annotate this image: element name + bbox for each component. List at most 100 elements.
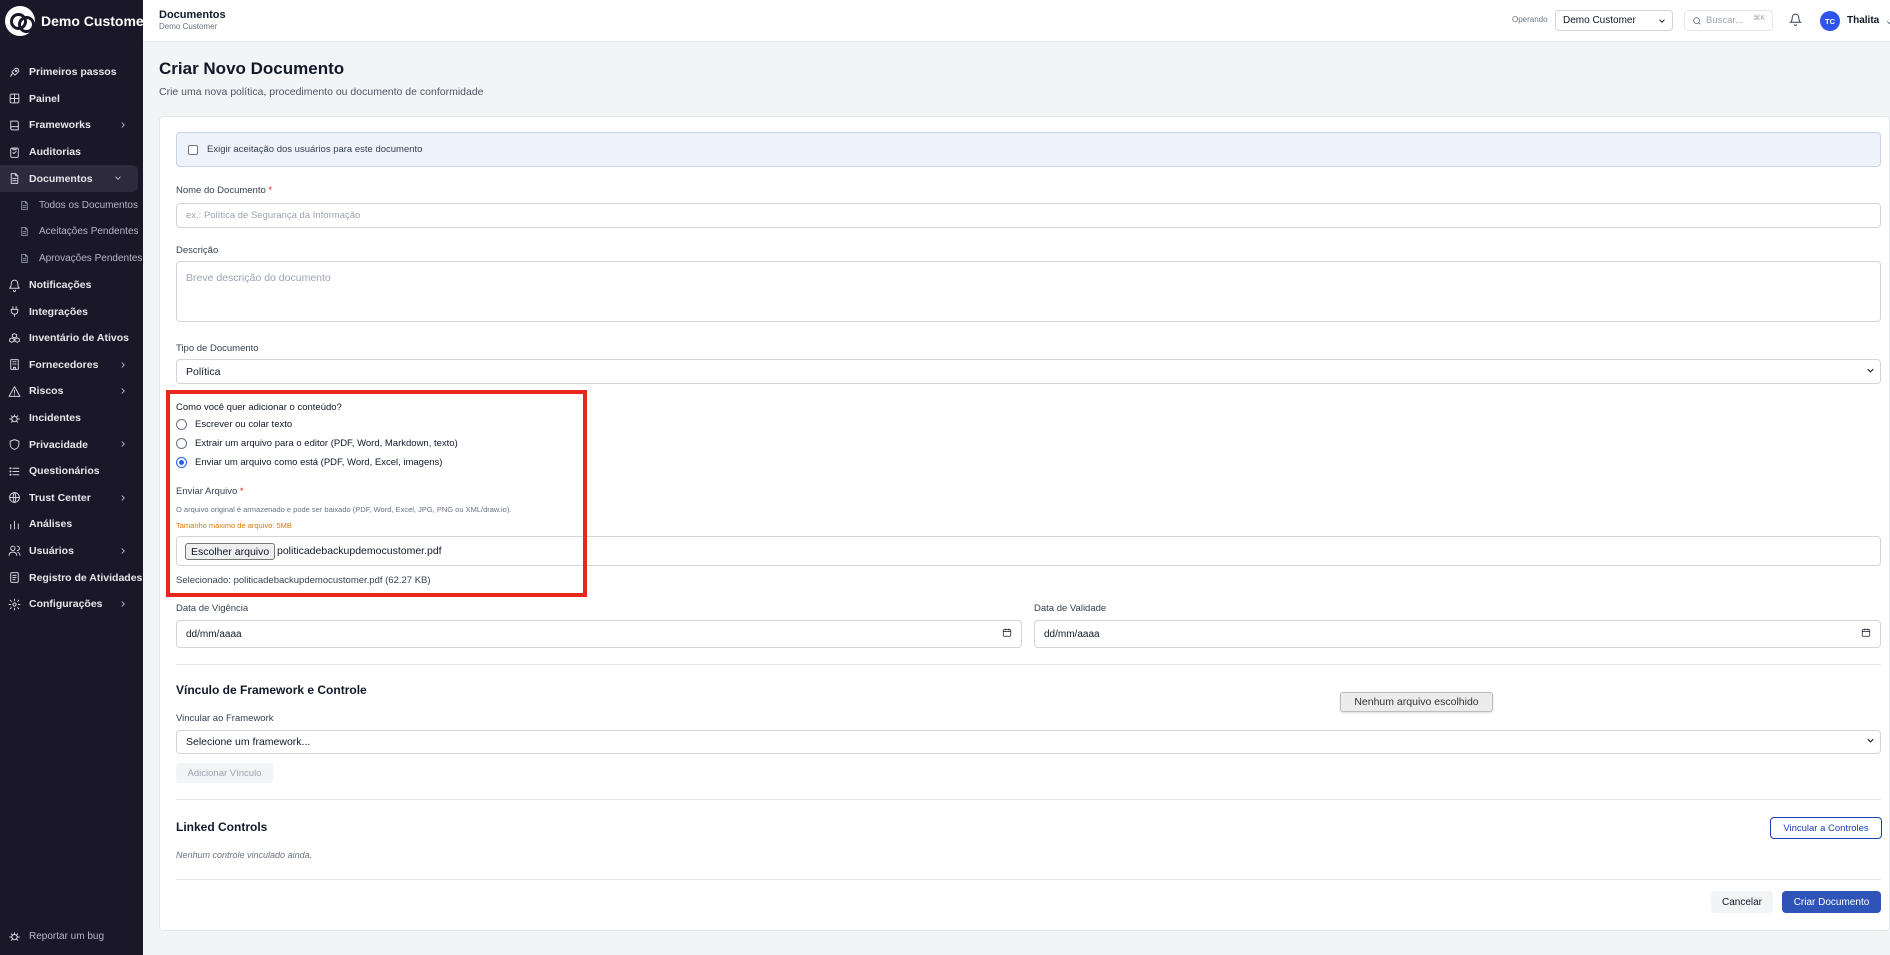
choose-file-button[interactable]: Escolher arquivo xyxy=(185,543,276,560)
breadcrumb-title: Documentos xyxy=(159,9,226,21)
content-option-extract[interactable]: Extrair um arquivo para o editor (PDF, W… xyxy=(176,438,458,449)
sidebar-item-label: Todos os Documentos xyxy=(39,199,138,211)
sidebar-item-fornecedores[interactable]: Fornecedores xyxy=(0,352,143,379)
search-shortcut: ⌘K xyxy=(1753,15,1765,22)
sidebar-item-primeiros-passos[interactable]: Primeiros passos xyxy=(0,59,143,86)
file-input-tooltip: Nenhum arquivo escolhido xyxy=(1340,692,1493,712)
grid-icon xyxy=(8,92,21,105)
calendar-icon[interactable] xyxy=(1861,628,1871,641)
sidebar: Demo Customer Primeiros passos Painel Fram… xyxy=(0,0,143,955)
chevron-right-icon xyxy=(118,360,128,370)
sidebar-item-label: Aceitações Pendentes xyxy=(39,226,139,238)
sidebar-item-analises[interactable]: Análises xyxy=(0,511,143,538)
file-icon xyxy=(8,172,21,185)
page-subtitle: Crie uma nova política, procedimento ou … xyxy=(159,86,484,98)
document-name-placeholder: ex.: Política de Segurança da Informação xyxy=(186,210,361,221)
effective-date-input[interactable]: dd/mm/aaaa xyxy=(176,620,1022,648)
create-document-button[interactable]: Criar Documento xyxy=(1782,891,1881,913)
content-option-upload[interactable]: Enviar um arquivo como está (PDF, Word, … xyxy=(176,457,442,468)
calendar-icon[interactable] xyxy=(1002,628,1012,641)
framework-placeholder: Selecione um framework... xyxy=(186,736,311,748)
sidebar-item-registro-de-atividades[interactable]: Registro de Atividades xyxy=(0,564,143,591)
chevron-down-icon xyxy=(113,173,123,183)
cancel-button[interactable]: Cancelar xyxy=(1711,891,1773,913)
selected-file-info: Selecionado: politicadebackupdemocustome… xyxy=(176,575,431,586)
notifications-bell-icon[interactable] xyxy=(1789,13,1802,29)
link-controls-button[interactable]: Vincular a Controles xyxy=(1770,817,1882,839)
framework-section-title: Vínculo de Framework e Controle xyxy=(176,683,367,697)
require-acceptance-label: Exigir aceitação dos usuários para este … xyxy=(207,144,423,155)
sidebar-item-label: Fornecedores xyxy=(29,358,99,371)
report-bug-link[interactable]: Reportar um bug xyxy=(8,930,104,943)
required-marker: * xyxy=(268,185,273,196)
bug-icon xyxy=(8,412,21,425)
document-type-select[interactable]: Política xyxy=(176,359,1881,384)
expiry-date-input[interactable]: dd/mm/aaaa xyxy=(1034,620,1881,648)
operating-select[interactable]: Demo Customer xyxy=(1555,10,1673,31)
sidebar-item-questionarios[interactable]: Questionários xyxy=(0,458,143,485)
sidebar-item-aceitacoes-pendentes[interactable]: Aceitações Pendentes xyxy=(0,219,143,246)
list-icon xyxy=(8,465,21,478)
sidebar-item-label: Painel xyxy=(29,92,60,105)
sidebar-item-usuarios[interactable]: Usuários xyxy=(0,538,143,565)
user-name[interactable]: Thalita xyxy=(1847,15,1879,26)
operating-label: Operando xyxy=(1512,15,1548,24)
expiry-date-label: Data de Validade xyxy=(1034,603,1107,614)
sidebar-item-label: Usuários xyxy=(29,544,74,557)
search-input[interactable]: Buscar... ⌘K xyxy=(1684,10,1773,31)
sidebar-item-painel[interactable]: Painel xyxy=(0,86,143,113)
add-link-button[interactable]: Adicionar Vínculo xyxy=(176,763,273,783)
sidebar-item-incidentes[interactable]: Incidentes xyxy=(0,405,143,432)
content-method-question: Como você quer adicionar o conteúdo? xyxy=(176,402,342,413)
sidebar-item-notificacoes[interactable]: Notificações xyxy=(0,272,143,299)
sidebar-item-configuracoes[interactable]: Configurações xyxy=(0,591,143,618)
radio-extract[interactable] xyxy=(176,438,187,449)
radio-upload[interactable] xyxy=(176,457,187,468)
chevron-right-icon xyxy=(118,120,128,130)
upload-help-text: O arquivo original é armazenado e pode s… xyxy=(176,505,512,514)
chevron-right-icon xyxy=(118,546,128,556)
framework-select[interactable]: Selecione um framework... xyxy=(176,730,1881,754)
chevron-down-icon xyxy=(1865,365,1876,379)
sidebar-item-todos-os-documentos[interactable]: Todos os Documentos xyxy=(0,192,143,219)
require-acceptance-checkbox[interactable] xyxy=(188,144,198,155)
sidebar-item-trust-center[interactable]: Trust Center xyxy=(0,485,143,512)
sidebar-item-label: Integrações xyxy=(29,305,88,318)
app-name: Demo Customer xyxy=(41,13,143,29)
bar-chart-icon xyxy=(8,518,21,531)
sidebar-item-inventario-de-ativos[interactable]: Inventário de Ativos xyxy=(0,325,143,352)
report-bug-label: Reportar um bug xyxy=(29,931,105,942)
upload-label: Enviar Arquivo * xyxy=(176,486,244,497)
chevron-right-icon xyxy=(118,439,128,449)
document-name-label: Nome do Documento * xyxy=(176,185,272,196)
sidebar-item-label: Documentos xyxy=(29,172,93,185)
bell-icon xyxy=(8,279,21,292)
rocket-icon xyxy=(8,66,21,79)
bug-icon xyxy=(8,930,21,943)
chevron-down-icon xyxy=(1657,16,1667,29)
boxes-icon xyxy=(8,332,21,345)
sidebar-item-privacidade[interactable]: Privacidade xyxy=(0,431,143,458)
content-option-label: Escrever ou colar texto xyxy=(195,419,293,430)
require-acceptance-option[interactable]: Exigir aceitação dos usuários para este … xyxy=(176,132,1881,167)
document-name-input[interactable]: ex.: Política de Segurança da Informação xyxy=(176,203,1881,228)
expiry-date-value: dd/mm/aaaa xyxy=(1044,628,1100,640)
description-textarea[interactable]: Breve descrição do documento xyxy=(176,261,1881,322)
breadcrumb-subtitle: Demo Customer xyxy=(159,22,218,31)
form-card xyxy=(159,116,1890,931)
document-type-label: Tipo de Documento xyxy=(176,343,259,354)
app-logo[interactable]: Demo Customer xyxy=(0,0,143,42)
radio-write[interactable] xyxy=(176,419,187,430)
sidebar-item-auditorias[interactable]: Auditorias xyxy=(0,139,143,166)
sidebar-item-aprovacoes-pendentes[interactable]: Aprovações Pendentes xyxy=(0,245,143,272)
content-option-write[interactable]: Escrever ou colar texto xyxy=(176,419,292,430)
sidebar-item-riscos[interactable]: Riscos xyxy=(0,378,143,405)
sidebar-item-documentos[interactable]: Documentos xyxy=(0,165,138,192)
sidebar-item-label: Riscos xyxy=(29,385,64,398)
sidebar-item-frameworks[interactable]: Frameworks xyxy=(0,112,143,139)
clipboard-icon xyxy=(8,146,21,159)
chevron-down-icon[interactable] xyxy=(1885,16,1890,30)
avatar[interactable]: TC xyxy=(1820,11,1840,31)
logo-icon xyxy=(5,6,35,36)
sidebar-item-integracoes[interactable]: Integrações xyxy=(0,298,143,325)
